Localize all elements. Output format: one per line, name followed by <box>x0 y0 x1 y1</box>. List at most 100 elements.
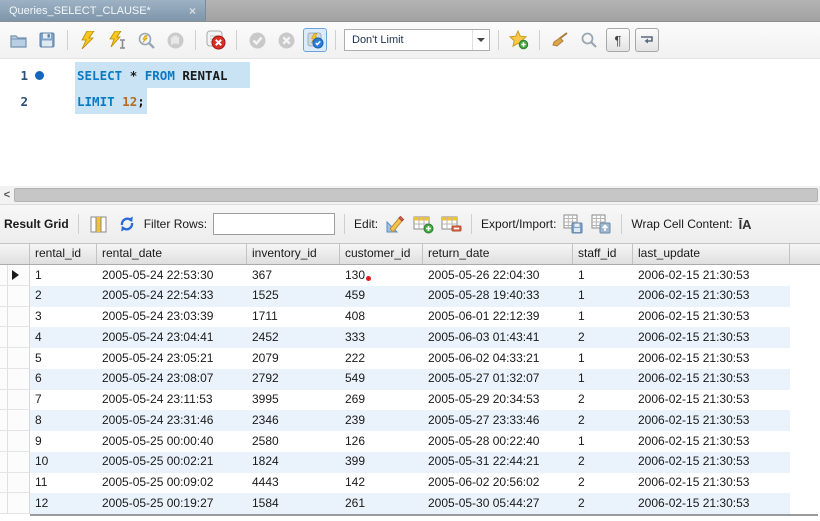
table-row[interactable]: 10 2005-05-25 00:02:21 1824 399 2005-05-31 2… <box>0 451 820 473</box>
table-cell-staff_id[interactable]: 2 <box>573 410 633 431</box>
refresh-icon[interactable] <box>116 213 138 235</box>
table-cell-inventory_id[interactable]: 2792 <box>247 368 340 390</box>
table-cell-customer_id[interactable]: 239 <box>340 410 423 431</box>
table-cell-staff_id[interactable]: 1 <box>573 265 633 286</box>
table-cell-rental_date[interactable]: 2005-05-25 00:19:27 <box>97 493 247 514</box>
row-selector[interactable] <box>0 472 30 494</box>
table-cell-inventory_id[interactable]: 2346 <box>247 410 340 431</box>
tab-close-icon[interactable]: × <box>186 4 199 18</box>
table-cell-staff_id[interactable]: 1 <box>573 431 633 452</box>
row-selector[interactable] <box>0 348 30 369</box>
table-cell-inventory_id[interactable]: 3995 <box>247 390 340 411</box>
sql-editor[interactable]: 1 SELECT * FROM RENTAL 2 LIMIT 12; <box>0 59 820 186</box>
table-cell-rental_date[interactable]: 2005-05-24 23:03:39 <box>97 307 247 328</box>
table-cell-return_date[interactable]: 2005-05-29 20:34:53 <box>423 390 573 411</box>
column-header-rental_date[interactable]: rental_date <box>97 244 247 264</box>
table-cell-rental_id[interactable]: 11 <box>30 473 97 494</box>
open-script-icon[interactable] <box>6 28 30 52</box>
table-cell-last_update[interactable]: 2006-02-15 21:30:53 <box>633 368 790 390</box>
table-cell-return_date[interactable]: 2005-05-27 23:33:46 <box>423 410 573 431</box>
table-cell-return_date[interactable]: 2005-05-31 22:44:21 <box>423 451 573 473</box>
find-icon[interactable] <box>577 28 601 52</box>
execute-icon[interactable] <box>76 28 100 52</box>
show-invisibles-icon[interactable]: ¶ <box>606 28 630 52</box>
toggle-autocommit-icon[interactable] <box>303 28 327 52</box>
delete-row-icon[interactable] <box>440 213 462 235</box>
table-row[interactable]: 8 2005-05-24 23:31:46 2346 239 2005-05-27 23… <box>0 410 820 431</box>
row-selector[interactable] <box>0 389 30 411</box>
export-recordset-icon[interactable] <box>562 213 584 235</box>
beautify-icon[interactable] <box>548 28 572 52</box>
table-cell-customer_id[interactable]: 333 <box>340 327 423 348</box>
row-selector-header[interactable] <box>0 244 30 264</box>
table-cell-last_update[interactable]: 2006-02-15 21:30:53 <box>633 493 790 514</box>
table-cell-return_date[interactable]: 2005-06-03 01:43:41 <box>423 327 573 348</box>
table-cell-return_date[interactable]: 2005-06-01 22:12:39 <box>423 307 573 328</box>
table-cell-inventory_id[interactable]: 2079 <box>247 348 340 369</box>
toggle-stop-on-error-icon[interactable] <box>204 28 228 52</box>
table-cell-last_update[interactable]: 2006-02-15 21:30:53 <box>633 348 790 369</box>
table-row[interactable]: 2 2005-05-24 22:54:33 1525 459 2005-05-28 19… <box>0 285 820 307</box>
row-selector[interactable] <box>0 306 30 328</box>
table-row[interactable]: 1 2005-05-24 22:53:30 367 130 2005-05-26 22:… <box>0 265 820 286</box>
table-cell-last_update[interactable]: 2006-02-15 21:30:53 <box>633 285 790 307</box>
table-cell-customer_id[interactable]: 126 <box>340 431 423 452</box>
execute-current-icon[interactable] <box>105 28 129 52</box>
table-cell-inventory_id[interactable]: 1584 <box>247 493 340 514</box>
table-cell-customer_id[interactable]: 130 <box>340 265 423 286</box>
table-cell-rental_date[interactable]: 2005-05-25 00:00:40 <box>97 431 247 452</box>
table-cell-inventory_id[interactable]: 4443 <box>247 473 340 494</box>
table-cell-return_date[interactable]: 2005-05-27 01:32:07 <box>423 368 573 390</box>
table-cell-staff_id[interactable]: 1 <box>573 368 633 390</box>
table-cell-customer_id[interactable]: 399 <box>340 451 423 473</box>
rollback-icon[interactable] <box>274 28 298 52</box>
table-row[interactable]: 7 2005-05-24 23:11:53 3995 269 2005-05-29 20… <box>0 389 820 411</box>
table-cell-staff_id[interactable]: 2 <box>573 493 633 514</box>
table-cell-rental_date[interactable]: 2005-05-24 22:54:33 <box>97 285 247 307</box>
table-cell-last_update[interactable]: 2006-02-15 21:30:53 <box>633 451 790 473</box>
table-cell-rental_date[interactable]: 2005-05-25 00:02:21 <box>97 451 247 473</box>
table-cell-return_date[interactable]: 2005-05-26 22:04:30 <box>423 265 573 286</box>
table-cell-customer_id[interactable]: 549 <box>340 368 423 390</box>
table-cell-inventory_id[interactable]: 367 <box>247 265 340 286</box>
new-snippet-icon[interactable] <box>507 28 531 52</box>
table-cell-return_date[interactable]: 2005-06-02 04:33:21 <box>423 348 573 369</box>
import-records-icon[interactable] <box>590 213 612 235</box>
table-cell-customer_id[interactable]: 142 <box>340 473 423 494</box>
filter-rows-input[interactable] <box>213 213 336 235</box>
table-cell-inventory_id[interactable]: 1824 <box>247 451 340 473</box>
table-cell-inventory_id[interactable]: 2580 <box>247 431 340 452</box>
column-header-customer_id[interactable]: customer_id <box>340 244 423 264</box>
table-cell-last_update[interactable]: 2006-02-15 21:30:53 <box>633 410 790 431</box>
hscrollbar-thumb[interactable] <box>14 188 818 202</box>
column-header-last_update[interactable]: last_update <box>633 244 790 264</box>
table-cell-rental_id[interactable]: 7 <box>30 390 97 411</box>
edit-record-icon[interactable] <box>384 213 406 235</box>
table-cell-staff_id[interactable]: 2 <box>573 327 633 348</box>
scroll-left-button[interactable]: < <box>0 186 14 204</box>
table-row[interactable]: 9 2005-05-25 00:00:40 2580 126 2005-05-28 00… <box>0 431 820 452</box>
table-cell-rental_date[interactable]: 2005-05-24 23:05:21 <box>97 348 247 369</box>
table-cell-rental_id[interactable]: 5 <box>30 348 97 369</box>
grid-view-icon[interactable] <box>88 213 110 235</box>
column-header-staff_id[interactable]: staff_id <box>573 244 633 264</box>
table-cell-rental_id[interactable]: 2 <box>30 285 97 307</box>
toggle-wrapping-icon[interactable] <box>635 28 659 52</box>
table-row[interactable]: 6 2005-05-24 23:08:07 2792 549 2005-05-27 01… <box>0 368 820 390</box>
table-cell-return_date[interactable]: 2005-05-28 00:22:40 <box>423 431 573 452</box>
table-cell-rental_date[interactable]: 2005-05-24 23:31:46 <box>97 410 247 431</box>
row-selector[interactable] <box>0 451 30 473</box>
row-selector[interactable] <box>0 265 30 286</box>
table-cell-rental_date[interactable]: 2005-05-25 00:09:02 <box>97 473 247 494</box>
table-cell-return_date[interactable]: 2005-06-02 20:56:02 <box>423 473 573 494</box>
tab-queries-select-clause[interactable]: Queries_SELECT_CLAUSE* × <box>0 0 206 21</box>
table-cell-rental_id[interactable]: 10 <box>30 451 97 473</box>
table-cell-rental_date[interactable]: 2005-05-24 22:53:30 <box>97 265 247 286</box>
table-cell-last_update[interactable]: 2006-02-15 21:30:53 <box>633 327 790 348</box>
table-cell-customer_id[interactable]: 261 <box>340 493 423 514</box>
table-cell-staff_id[interactable]: 1 <box>573 307 633 328</box>
table-row[interactable]: 3 2005-05-24 23:03:39 1711 408 2005-06-01 22… <box>0 306 820 328</box>
row-selector[interactable] <box>0 368 30 390</box>
dropdown-arrow-icon[interactable] <box>472 30 489 50</box>
table-cell-return_date[interactable]: 2005-05-28 19:40:33 <box>423 285 573 307</box>
